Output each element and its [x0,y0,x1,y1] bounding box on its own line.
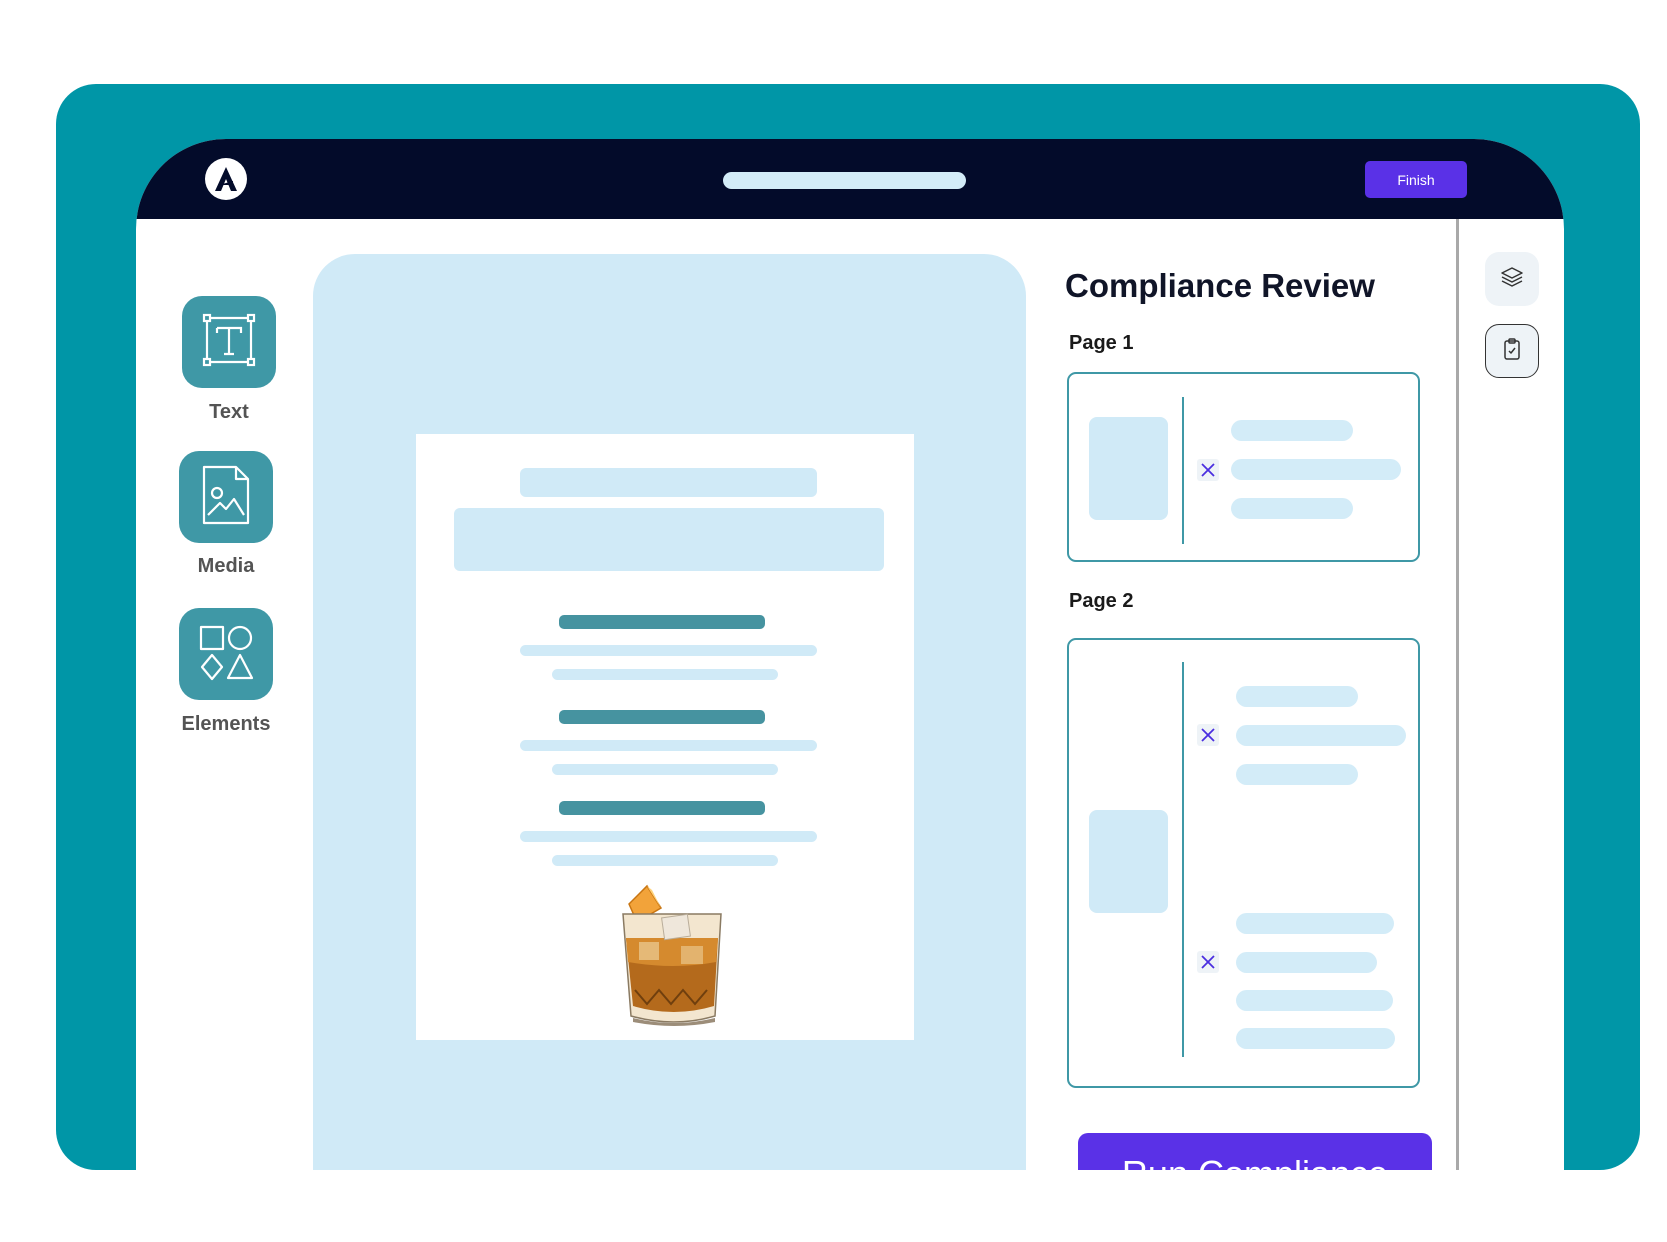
media-tool-label: Media [197,555,255,577]
document-page[interactable] [416,434,914,1040]
compliance-checklist-button[interactable] [1485,324,1539,378]
media-tool-icon [198,463,254,532]
issue-line-placeholder [1236,990,1393,1011]
finish-button[interactable]: Finish [1365,161,1467,198]
text-line-placeholder [520,740,817,751]
section-heading-placeholder [559,801,765,815]
document-title-placeholder [723,172,966,189]
issue-line-placeholder [1236,686,1358,707]
page-2-review-card[interactable] [1067,638,1420,1088]
page-2-label: Page 2 [1069,590,1134,612]
layers-button[interactable] [1485,252,1539,306]
top-bar: Finish [136,139,1564,219]
card-divider [1182,662,1184,1057]
app-logo-icon[interactable] [205,158,247,200]
text-line-placeholder [552,669,778,680]
issue-line-placeholder [1236,913,1394,934]
text-tool-icon [199,310,259,375]
text-line-placeholder [552,764,778,775]
page-1-review-card[interactable] [1067,372,1420,562]
page-thumbnail [1089,810,1168,913]
issue-line-placeholder [1231,459,1401,480]
issue-line-placeholder [1236,764,1358,785]
page-thumbnail [1089,417,1168,520]
issue-line-placeholder [1231,498,1353,519]
whiskey-glass-image[interactable] [619,878,729,1028]
panel-divider [1456,219,1459,1170]
banner-placeholder [454,508,884,571]
section-heading-placeholder [559,615,765,629]
issue-line-placeholder [1236,1028,1395,1049]
text-line-placeholder [520,645,817,656]
page-1-label: Page 1 [1069,332,1134,354]
text-line-placeholder [552,855,778,866]
issue-line-placeholder [1231,420,1353,441]
text-line-placeholder [520,831,817,842]
run-compliance-button[interactable]: Run Compliance [1078,1133,1432,1170]
issue-close-icon[interactable] [1197,724,1219,746]
text-tool-label: Text [209,401,249,423]
elements-tool-button[interactable] [179,608,273,700]
heading-placeholder [520,468,817,497]
issue-line-placeholder [1236,952,1377,973]
text-tool-button[interactable] [182,296,276,388]
issue-close-icon[interactable] [1197,459,1219,481]
elements-tool-label: Elements [181,713,271,735]
elements-tool-icon [196,622,256,687]
section-heading-placeholder [559,710,765,724]
layers-icon [1500,265,1524,294]
media-tool-button[interactable] [179,451,273,543]
issue-line-placeholder [1236,725,1406,746]
app-window: Finish Text Media Elements Compliance Re… [136,139,1564,1170]
card-divider [1182,397,1184,544]
compliance-review-title: Compliance Review [1065,267,1375,304]
clipboard-check-icon [1500,337,1524,366]
issue-close-icon[interactable] [1197,951,1219,973]
